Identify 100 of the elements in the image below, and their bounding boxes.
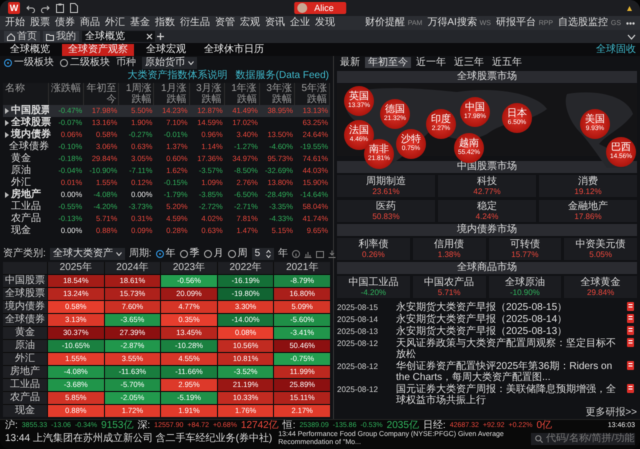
menu-item[interactable]: 商品 — [80, 17, 100, 29]
triangle-icon — [627, 6, 632, 10]
report-link[interactable]: 永安期货大类资产早报（2025-08-13） — [396, 326, 624, 337]
row-name[interactable]: 农产品 — [3, 213, 49, 225]
menu-item[interactable]: 资讯 — [265, 17, 285, 29]
app-logo[interactable]: W — [8, 2, 20, 14]
radio-option[interactable]: 年 — [156, 248, 176, 260]
menu-item[interactable]: 债券 — [55, 17, 75, 29]
market-tile[interactable]: 医药 50.83% — [337, 200, 435, 222]
radio-option[interactable]: 月 — [204, 248, 224, 260]
row-header: 黄金 — [3, 327, 47, 339]
market-tile[interactable]: 中资美元债 5.05% — [564, 238, 637, 260]
row-name[interactable]: 境内债券 — [3, 129, 49, 141]
report-link[interactable]: 华创证券资产配置快评2025年第36期：Riders on the Charts，每周大类资产配置图... — [396, 361, 624, 383]
menu-item[interactable]: 衍生品 — [180, 17, 210, 29]
pdf-icon[interactable] — [627, 302, 634, 311]
clipboard-icon[interactable] — [56, 3, 64, 13]
link[interactable]: 大类资产指数体系说明 — [128, 70, 228, 82]
row-name[interactable]: 现金 — [3, 225, 49, 237]
market-tile[interactable]: 金融地产 17.86% — [539, 200, 637, 222]
menu-item[interactable]: 发现 — [315, 17, 335, 29]
tab[interactable]: 全球概览 — [82, 31, 155, 42]
tab[interactable]: 我的 — [43, 31, 79, 42]
menu-item[interactable]: 企业 — [290, 17, 310, 29]
report-date: 2025-08-13 — [337, 326, 379, 337]
pdf-icon[interactable] — [627, 314, 634, 323]
market-tile[interactable]: 消费 19.12% — [539, 175, 637, 197]
tab[interactable]: 最新 — [337, 57, 363, 68]
chart-icon[interactable] — [304, 250, 312, 258]
radio-option[interactable]: 季 — [180, 248, 200, 260]
more-reports-link[interactable]: 更多研报>> — [337, 407, 637, 419]
row-name[interactable]: 原油 — [3, 165, 49, 177]
row-name[interactable]: 外汇 — [3, 177, 49, 189]
close-icon[interactable] — [146, 33, 153, 40]
menu-item[interactable]: 资管 — [215, 17, 235, 29]
tab[interactable]: 全球宏观 — [140, 44, 192, 56]
market-tile[interactable]: 中国工业品 -4.20% — [337, 276, 410, 298]
info-icon[interactable] — [292, 250, 300, 258]
report-link[interactable]: 天风证券政策与大类资产配置周观察：坚定目标不放松 — [396, 338, 624, 360]
menu-item[interactable]: 指数 — [155, 17, 175, 29]
market-tile[interactable]: 信用债 1.38% — [412, 238, 486, 260]
link[interactable]: 全球固收 — [596, 44, 636, 56]
market-tile[interactable]: 全球黄金 29.84% — [564, 276, 637, 298]
pdf-icon[interactable] — [627, 338, 634, 347]
row-header: 现金 — [3, 405, 47, 417]
tab[interactable]: 年初至今 — [365, 57, 411, 68]
market-tile[interactable]: 科技 42.77% — [438, 175, 536, 197]
tab[interactable]: 首页 — [4, 31, 40, 42]
market-tile[interactable]: 稳定 4.24% — [438, 200, 536, 222]
report-link[interactable]: 国元证券大类资产周报：美联储降息预期增强，全球权益市场共振上行 — [396, 384, 624, 406]
tab[interactable]: 全球概览 — [4, 44, 56, 56]
number-field[interactable]: 5 — [252, 248, 274, 260]
search-field[interactable]: 代码/名称/简拼/功能 — [531, 433, 635, 445]
row-name[interactable]: 全球债券 — [3, 141, 49, 153]
window-icon[interactable] — [316, 250, 324, 258]
currency-dropdown[interactable]: 原始货币 — [142, 57, 197, 69]
redo-icon[interactable] — [41, 4, 50, 12]
row-name[interactable]: 全球股票 — [3, 117, 49, 129]
category-dropdown[interactable]: 全球大类资产 — [50, 248, 125, 260]
market-tile[interactable]: 中国农产品 5.71% — [412, 276, 486, 298]
tab[interactable]: 近一年 — [413, 57, 449, 68]
market-tile[interactable]: 周期制造 23.61% — [337, 175, 435, 197]
tab[interactable]: 全球休市日历 — [198, 44, 270, 56]
user-button[interactable]: Alice — [294, 2, 346, 14]
menu-item[interactable]: 宏观 — [240, 17, 260, 29]
menu-item[interactable]: 外汇 — [105, 17, 125, 29]
menu-item[interactable]: 股票 — [30, 17, 50, 29]
tile-name: 科技 — [476, 176, 498, 187]
report-link[interactable]: 永安期货大类资产早报（2025-08-14） — [396, 314, 624, 325]
tab[interactable]: 近五年 — [489, 57, 525, 68]
market-tile[interactable]: 可转债 15.77% — [488, 238, 562, 260]
tab[interactable]: 全球资产观察 — [62, 44, 134, 56]
pdf-icon[interactable] — [627, 326, 634, 335]
radio-option[interactable]: 一级板块 — [4, 57, 54, 69]
pdf-icon[interactable] — [627, 361, 634, 370]
row-name[interactable]: 房地产 — [3, 189, 49, 201]
more-icon[interactable] — [626, 22, 635, 24]
tile-name: 稳定 — [476, 201, 498, 212]
row-name[interactable]: 黄金 — [3, 153, 49, 165]
pdf-icon[interactable] — [627, 384, 634, 393]
undo-icon[interactable] — [26, 4, 35, 12]
radio-option[interactable]: 二级板块 — [60, 57, 110, 69]
link[interactable]: 数据服务(Data Feed) — [236, 70, 329, 82]
index-label: 深: — [137, 420, 150, 432]
chevron-down-icon[interactable] — [627, 34, 636, 40]
radio-option[interactable]: 周 — [228, 248, 248, 260]
document-icon[interactable] — [70, 3, 78, 13]
market-tile[interactable]: 利率债 0.26% — [337, 238, 410, 260]
download-icon[interactable] — [328, 250, 336, 258]
row-name[interactable]: 工业品 — [3, 201, 49, 213]
menu-item[interactable]: 开始 — [5, 17, 25, 29]
expand-icon[interactable] — [5, 192, 9, 198]
news-ticker[interactable]: 13:44 上汽集团在苏州成立新公司 含二手车经纪业务(券中社) — [5, 433, 272, 445]
tab[interactable]: 近三年 — [451, 57, 487, 68]
plus-icon[interactable] — [156, 32, 165, 41]
tile-name: 全球原油 — [504, 277, 546, 288]
menu-item[interactable]: 基金 — [130, 17, 150, 29]
market-tile[interactable]: 全球原油 -10.90% — [488, 276, 562, 298]
column-header: 2021年 — [274, 262, 330, 274]
report-link[interactable]: 永安期货大类资产早报（2025-08-15） — [396, 302, 624, 313]
